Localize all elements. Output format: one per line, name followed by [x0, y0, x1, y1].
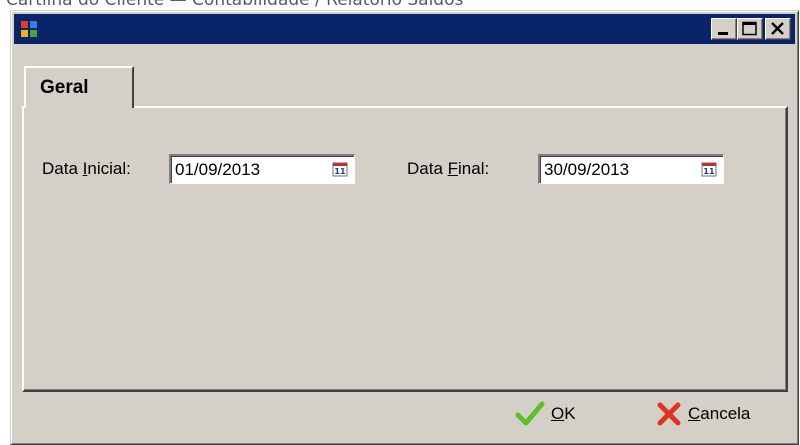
- cancel-button[interactable]: Cancela: [656, 399, 750, 429]
- data-inicial-value: 01/09/2013: [175, 160, 261, 179]
- ok-button[interactable]: OK: [515, 399, 576, 429]
- tab-geral[interactable]: Geral: [24, 66, 134, 108]
- svg-text:11: 11: [334, 167, 346, 176]
- data-inicial-label: Data Inicial:: [42, 159, 131, 178]
- dialog-window: Geral Data Inicial: 01/09/2013 11 Data F…: [10, 10, 799, 445]
- minimize-icon: [718, 32, 728, 35]
- calendar-icon[interactable]: 11: [332, 161, 348, 177]
- cancel-label: Cancela: [688, 404, 751, 423]
- data-inicial-field[interactable]: 01/09/2013 11: [169, 154, 355, 184]
- minimize-button[interactable]: [711, 18, 737, 40]
- data-final-value: 30/09/2013: [544, 160, 630, 179]
- svg-text:11: 11: [703, 167, 715, 176]
- maximize-icon: [742, 21, 757, 36]
- x-icon: [657, 402, 681, 426]
- close-button[interactable]: [765, 18, 791, 40]
- tab-geral-label: Geral: [40, 77, 89, 98]
- ok-label: OK: [551, 404, 576, 423]
- background-caption: Cartilha do Cliente — Contabilidade / Re…: [6, 0, 464, 10]
- data-final-field[interactable]: 30/09/2013 11: [538, 154, 724, 184]
- title-bar[interactable]: [14, 14, 795, 44]
- calendar-icon[interactable]: 11: [701, 161, 717, 177]
- close-icon: [771, 22, 784, 35]
- checkmark-icon: [515, 401, 545, 426]
- app-icon: [21, 21, 37, 37]
- tab-panel-geral: Data Inicial: 01/09/2013 11 Data Final: …: [22, 106, 788, 392]
- data-final-label: Data Final:: [407, 159, 490, 178]
- maximize-button[interactable]: [737, 18, 763, 40]
